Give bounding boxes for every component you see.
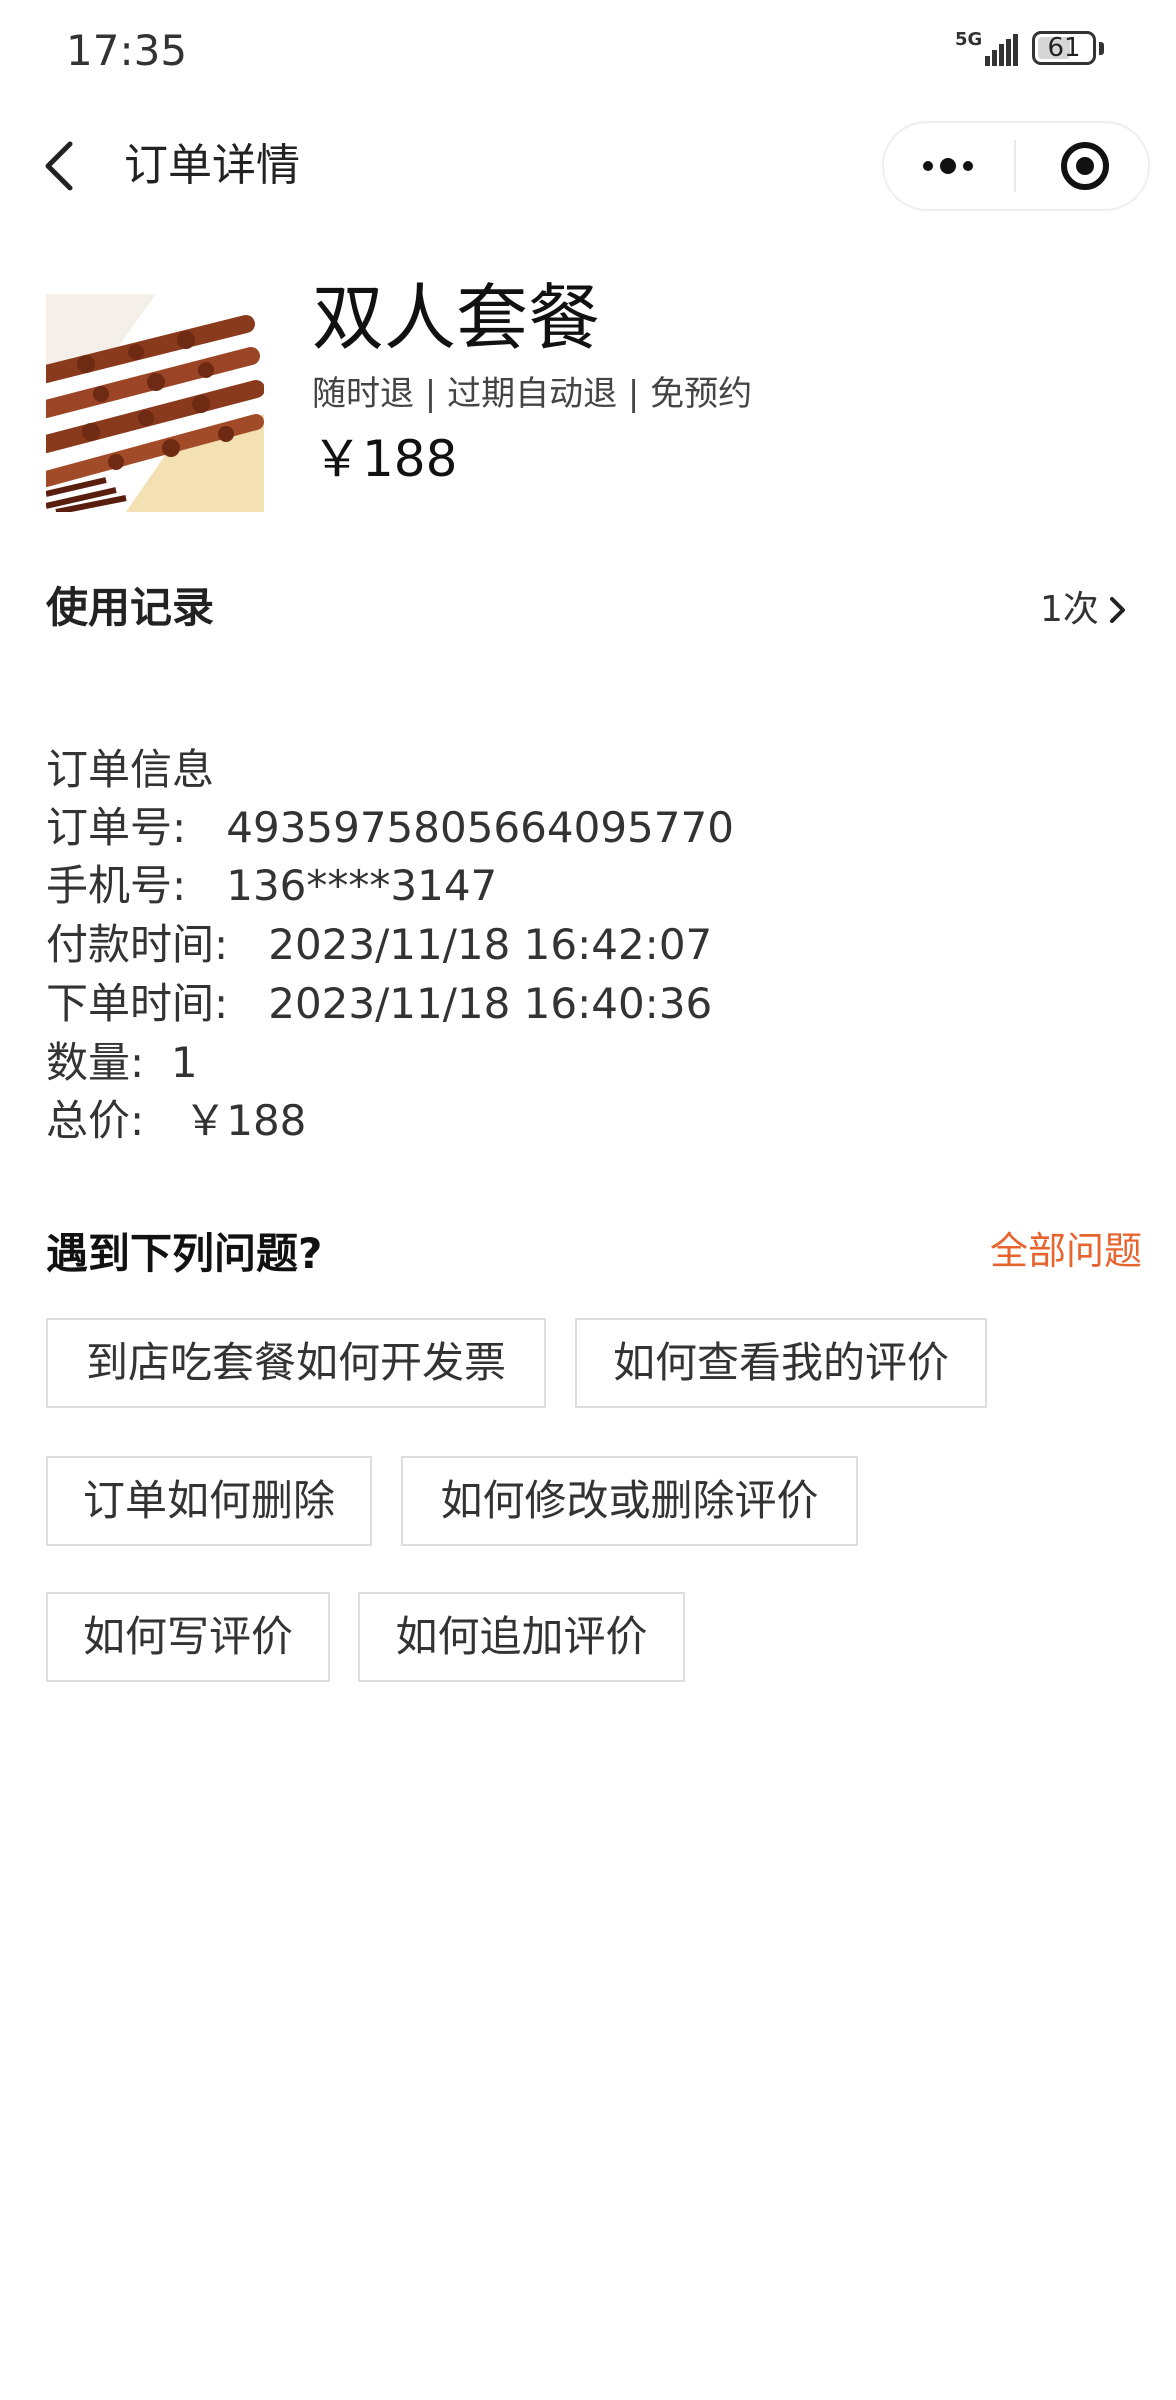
cellular-signal-icon [985,34,1018,66]
total-price-label: 总价: [46,1096,145,1145]
network-type: 5G [955,29,983,50]
chevron-right-icon [1109,597,1125,623]
more-dots-icon[interactable] [920,150,976,182]
usage-count: 1次 [1040,589,1099,630]
battery-icon: 61 [1032,31,1096,65]
payment-time-row: 付款时间: 2023/11/18 16:42:07 [46,917,712,973]
back-chevron-icon[interactable] [40,138,80,194]
quantity-label: 数量: [46,1038,145,1087]
page-title: 订单详情 [124,140,300,191]
battery-cap [1099,42,1104,55]
faq-question-button[interactable]: 如何追加评价 [358,1592,685,1682]
order-time-row: 下单时间: 2023/11/18 16:40:36 [46,976,712,1032]
faq-question-button[interactable]: 订单如何删除 [46,1456,372,1546]
payment-time-value: 2023/11/18 16:42:07 [268,920,713,969]
total-price-row: 总价: ￥188 [46,1093,306,1149]
faq-title: 遇到下列问题? [46,1229,323,1278]
capsule-divider [1014,140,1016,192]
payment-time-label: 付款时间: [46,920,229,969]
usage-record-label: 使用记录 [46,583,215,632]
total-price-value: ￥188 [184,1096,307,1145]
status-time: 17:35 [66,26,188,75]
target-circle-icon[interactable] [1060,141,1110,191]
phone-label: 手机号: [46,861,187,910]
product-price: ￥188 [312,430,458,488]
all-questions-link[interactable]: 全部问题 [990,1223,1142,1279]
phone-row: 手机号: 136****3147 [46,858,497,914]
usage-record-link[interactable]: 1次 [1040,584,1129,636]
product-title: 双人套餐 [312,276,601,360]
faq-question-button[interactable]: 如何查看我的评价 [575,1318,987,1408]
order-number-label: 订单号: [46,803,187,852]
order-number-value: 4935975805664095770 [226,803,734,852]
faq-question-button[interactable]: 如何修改或删除评价 [401,1456,858,1546]
order-number-row: 订单号: 4935975805664095770 [46,800,734,856]
faq-question-button[interactable]: 到店吃套餐如何开发票 [46,1318,546,1408]
quantity-value: 1 [170,1038,198,1087]
product-image [46,294,264,512]
battery-percentage: 61 [1047,33,1081,63]
product-tags: 随时退 | 过期自动退 | 免预约 [312,374,753,414]
phone-value: 136****3147 [226,861,498,910]
quantity-row: 数量: 1 [46,1035,198,1091]
order-info-title: 订单信息 [46,745,215,794]
order-time-label: 下单时间: [46,979,229,1028]
order-time-value: 2023/11/18 16:40:36 [268,979,713,1028]
faq-question-button[interactable]: 如何写评价 [46,1592,330,1682]
